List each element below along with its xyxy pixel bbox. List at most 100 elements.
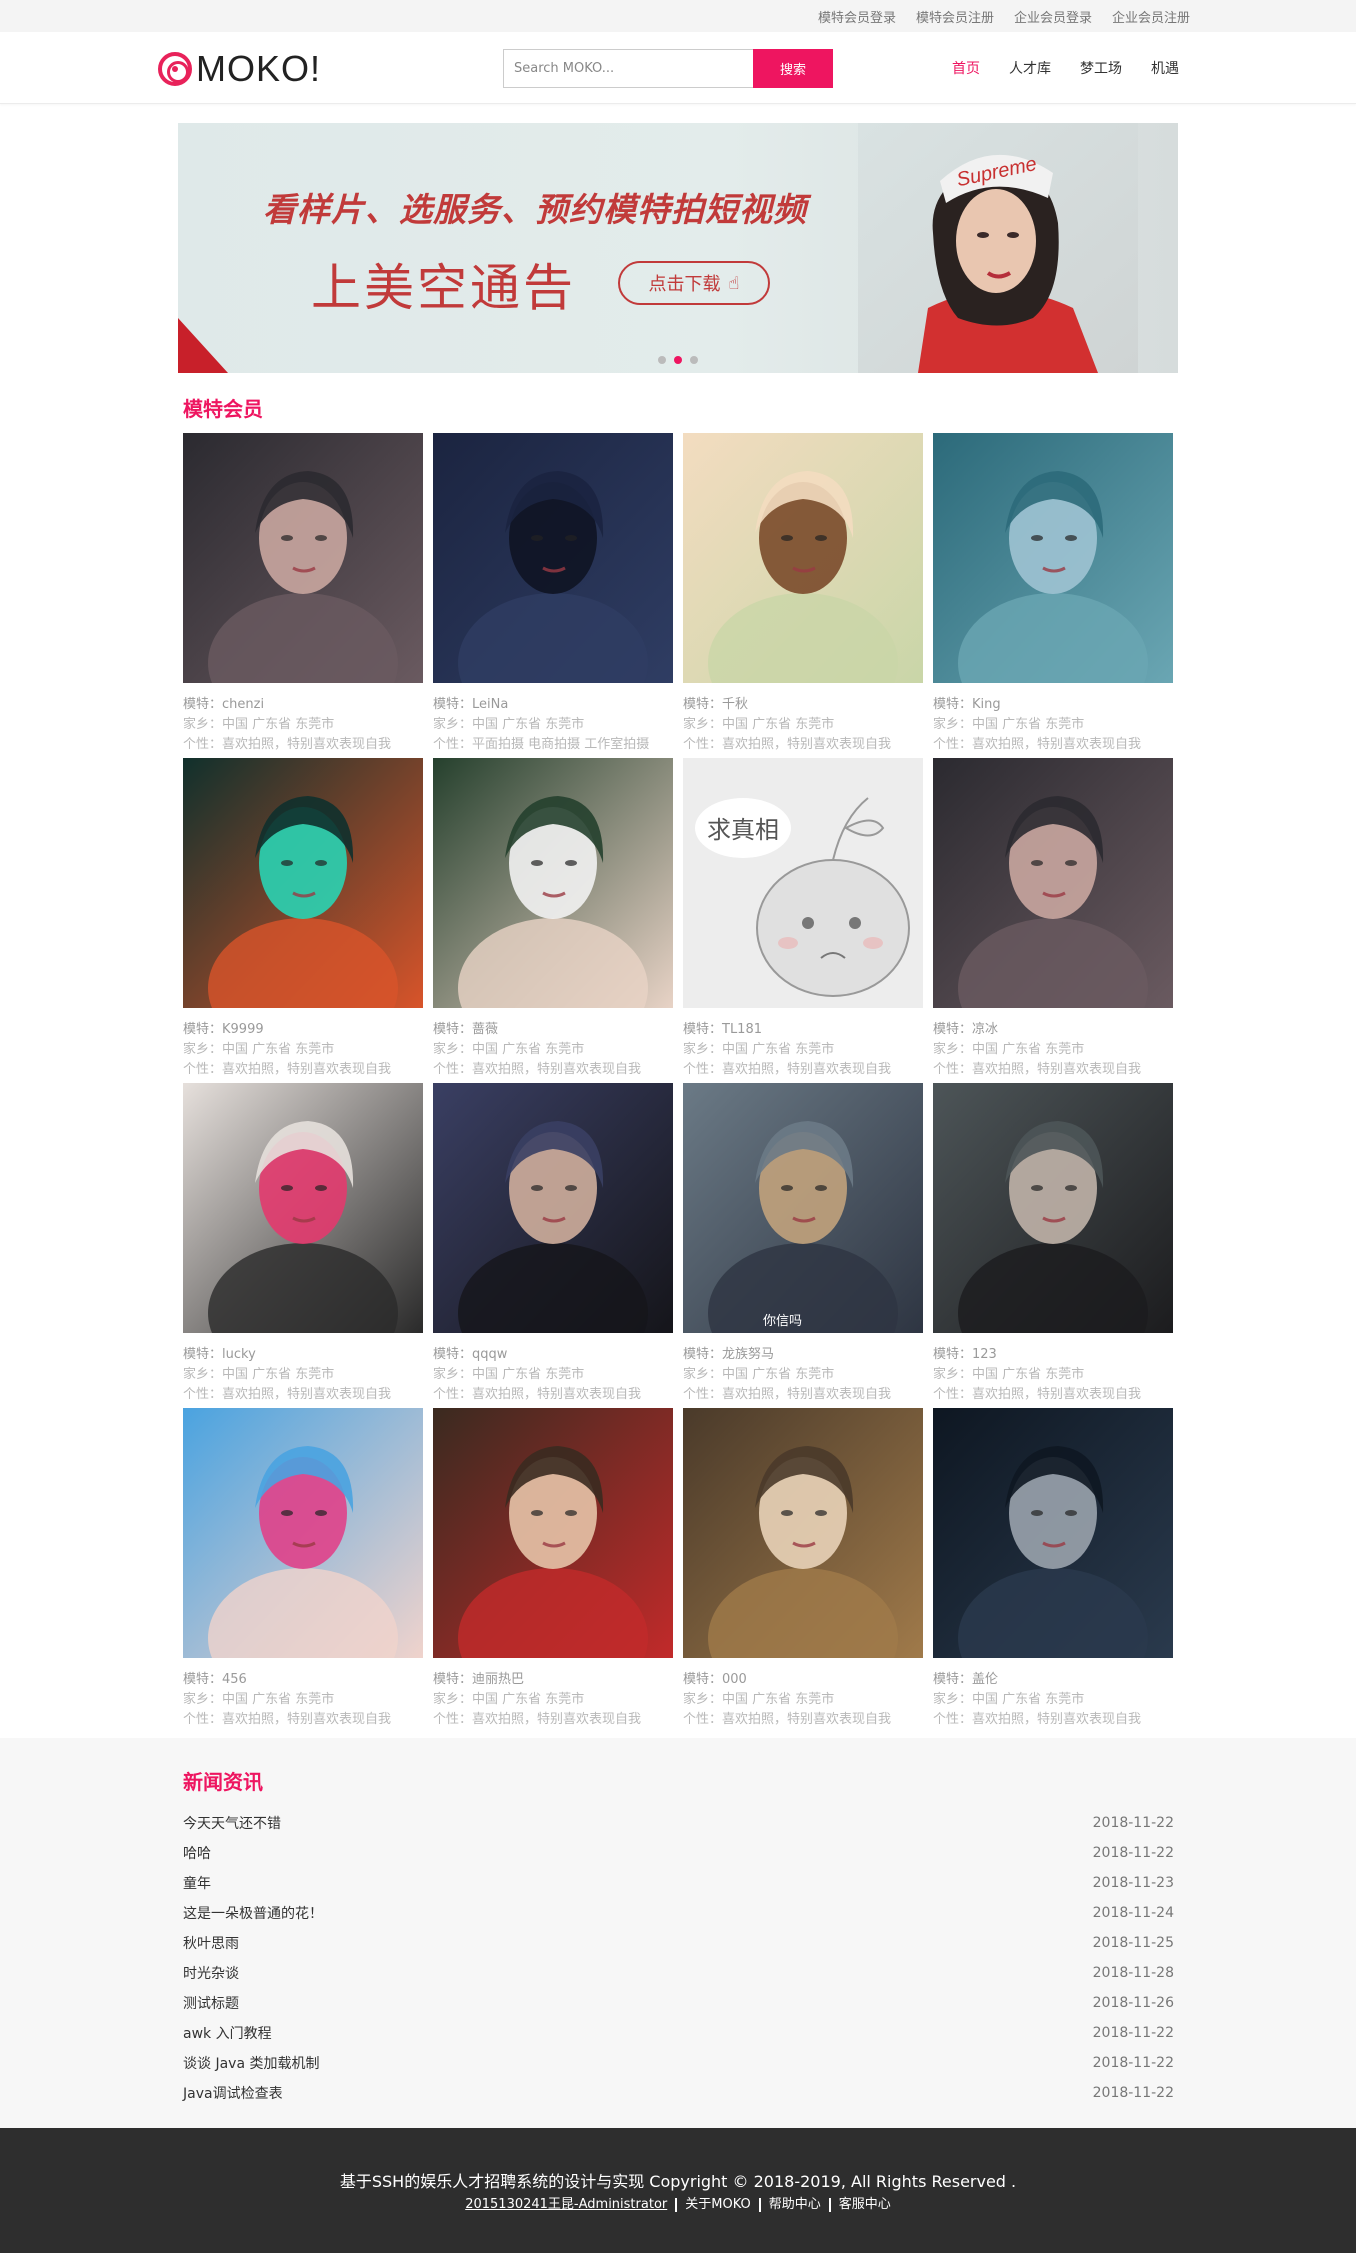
news-title[interactable]: 时光杂谈	[183, 1963, 239, 1983]
model-photo[interactable]	[933, 433, 1173, 683]
model-personality: 个性：喜欢拍照，特别喜欢表现自我	[933, 1062, 1142, 1077]
model-name: 模特：000	[683, 1672, 747, 1687]
footer-about-link[interactable]: 关于MOKO	[677, 2198, 761, 2212]
model-name: 模特：凉冰	[933, 1022, 999, 1037]
company-login-link[interactable]: 企业会员登录	[1014, 7, 1092, 26]
model-card[interactable]: 模特：凉冰 家乡：中国 广东省 东莞市 个性：喜欢拍照，特别喜欢表现自我	[933, 758, 1173, 1083]
model-name: 模特：King	[933, 697, 1001, 712]
news-title[interactable]: awk 入门教程	[183, 2023, 272, 2043]
search-bar: 搜索	[503, 49, 833, 88]
model-photo[interactable]	[433, 1083, 673, 1333]
logo-icon	[158, 52, 192, 86]
news-date: 2018-11-25	[1092, 1935, 1174, 1951]
model-info: 模特：456 家乡：中国 广东省 东莞市 个性：喜欢拍照，特别喜欢表现自我	[183, 1658, 423, 1730]
news-title[interactable]: 谈谈 Java 类加载机制	[183, 2053, 319, 2073]
model-photo[interactable]	[683, 433, 923, 683]
model-info: 模特：LeiNa 家乡：中国 广东省 东莞市 个性：平面拍摄 电商拍摄 工作室拍摄	[433, 683, 673, 755]
model-hometown: 家乡：中国 广东省 东莞市	[433, 717, 585, 732]
news-title[interactable]: 测试标题	[183, 1993, 239, 2013]
nav-dreamworks[interactable]: 梦工场	[1080, 58, 1122, 78]
model-card[interactable]: 模特：千秋 家乡：中国 广东省 东莞市 个性：喜欢拍照，特别喜欢表现自我	[683, 433, 923, 758]
model-card[interactable]: 模特：456 家乡：中国 广东省 东莞市 个性：喜欢拍照，特别喜欢表现自我	[183, 1408, 423, 1733]
placeholder-caption: 求真相	[707, 816, 779, 844]
news-item[interactable]: Java调试检查表 2018-11-22	[183, 2078, 1174, 2108]
model-photo[interactable]: 求真相	[683, 758, 923, 1008]
news-title[interactable]: 童年	[183, 1873, 211, 1893]
model-card[interactable]: 模特：123 家乡：中国 广东省 东莞市 个性：喜欢拍照，特别喜欢表现自我	[933, 1083, 1173, 1408]
model-login-link[interactable]: 模特会员登录	[818, 7, 896, 26]
model-card[interactable]: 模特：迪丽热巴 家乡：中国 广东省 东莞市 个性：喜欢拍照，特别喜欢表现自我	[433, 1408, 673, 1733]
footer-copyright: 基于SSH的娱乐人才招聘系统的设计与实现 Copyright © 2018-20…	[339, 2172, 1017, 2191]
model-card[interactable]: 模特：chenzi 家乡：中国 广东省 东莞市 个性：喜欢拍照，特别喜欢表现自我	[183, 433, 423, 758]
news-title[interactable]: Java调试检查表	[183, 2083, 283, 2103]
news-item[interactable]: 测试标题 2018-11-26	[183, 1988, 1174, 2018]
model-photo[interactable]	[433, 758, 673, 1008]
model-hometown: 家乡：中国 广东省 东莞市	[433, 1367, 585, 1382]
model-card[interactable]: 模特：盖伦 家乡：中国 广东省 东莞市 个性：喜欢拍照，特别喜欢表现自我	[933, 1408, 1173, 1733]
model-card[interactable]: 模特：King 家乡：中国 广东省 东莞市 个性：喜欢拍照，特别喜欢表现自我	[933, 433, 1173, 758]
model-photo[interactable]	[183, 1408, 423, 1658]
model-photo[interactable]	[933, 1083, 1173, 1333]
model-card[interactable]: 模特：qqqw 家乡：中国 广东省 东莞市 个性：喜欢拍照，特别喜欢表现自我	[433, 1083, 673, 1408]
model-card[interactable]: 模特：000 家乡：中国 广东省 东莞市 个性：喜欢拍照，特别喜欢表现自我	[683, 1408, 923, 1733]
footer-author-link[interactable]: 2015130241王昆-Administrator	[457, 2198, 678, 2212]
nav-opportunity[interactable]: 机遇	[1151, 58, 1179, 78]
news-item[interactable]: 谈谈 Java 类加载机制 2018-11-22	[183, 2048, 1174, 2078]
news-item[interactable]: 时光杂谈 2018-11-28	[183, 1958, 1174, 1988]
news-item[interactable]: 这是一朵极普通的花！ 2018-11-24	[183, 1898, 1174, 1928]
model-photo[interactable]	[183, 1083, 423, 1333]
carousel-dot[interactable]	[690, 356, 698, 364]
model-photo[interactable]	[433, 1408, 673, 1658]
model-photo[interactable]	[433, 433, 673, 683]
model-photo[interactable]	[183, 433, 423, 683]
site-logo[interactable]: MOKO!	[158, 48, 321, 90]
model-hometown: 家乡：中国 广东省 东莞市	[683, 717, 835, 732]
news-title[interactable]: 这是一朵极普通的花！	[183, 1903, 323, 1923]
footer-help-link[interactable]: 帮助中心	[761, 2198, 831, 2212]
news-item[interactable]: 今天天气还不错 2018-11-22	[183, 1808, 1174, 1838]
model-card[interactable]: 模特：K9999 家乡：中国 广东省 东莞市 个性：喜欢拍照，特别喜欢表现自我	[183, 758, 423, 1083]
model-info: 模特：千秋 家乡：中国 广东省 东莞市 个性：喜欢拍照，特别喜欢表现自我	[683, 683, 923, 755]
news-item[interactable]: 秋叶思雨 2018-11-25	[183, 1928, 1174, 1958]
news-item[interactable]: awk 入门教程 2018-11-22	[183, 2018, 1174, 2048]
model-card[interactable]: 求真相 模特：TL181 家乡：中国 广东省 东莞市 个性：喜欢拍照，特别喜欢表现自我	[683, 758, 923, 1083]
banner-model-photo: Supreme	[858, 123, 1138, 373]
model-photo[interactable]	[183, 758, 423, 1008]
model-card[interactable]: 模特：LeiNa 家乡：中国 广东省 东莞市 个性：平面拍摄 电商拍摄 工作室拍摄	[433, 433, 673, 758]
model-card[interactable]: 模特：蔷薇 家乡：中国 广东省 东莞市 个性：喜欢拍照，特别喜欢表现自我	[433, 758, 673, 1083]
company-register-link[interactable]: 企业会员注册	[1112, 7, 1190, 26]
banner-download-button[interactable]: 点击下载 ☝	[618, 261, 770, 305]
model-photo[interactable]	[933, 758, 1173, 1008]
banner-carousel[interactable]: 看样片、选服务、预约模特拍短视频 上美空通告 点击下载 ☝ Supreme	[178, 123, 1178, 373]
news-item[interactable]: 哈哈 2018-11-22	[183, 1838, 1174, 1868]
footer-service-link[interactable]: 客服中心	[831, 2198, 899, 2212]
member-links: 模特会员登录 模特会员注册 企业会员登录 企业会员注册	[818, 0, 1190, 32]
carousel-dot[interactable]	[658, 356, 666, 364]
site-header: MOKO! 搜索 首页 人才库 梦工场 机遇	[0, 32, 1356, 104]
model-personality: 个性：喜欢拍照，特别喜欢表现自我	[433, 1062, 642, 1077]
news-date: 2018-11-22	[1092, 1815, 1174, 1831]
carousel-dot-active[interactable]	[674, 356, 682, 364]
model-register-link[interactable]: 模特会员注册	[916, 7, 994, 26]
model-info: 模特：lucky 家乡：中国 广东省 东莞市 个性：喜欢拍照，特别喜欢表现自我	[183, 1333, 423, 1405]
hand-pointer-icon: ☝	[728, 272, 740, 294]
model-photo[interactable]: 你信吗	[683, 1083, 923, 1333]
model-card[interactable]: 模特：lucky 家乡：中国 广东省 东莞市 个性：喜欢拍照，特别喜欢表现自我	[183, 1083, 423, 1408]
model-photo[interactable]	[933, 1408, 1173, 1658]
nav-home[interactable]: 首页	[952, 58, 980, 78]
download-label: 点击下载	[648, 274, 721, 295]
model-hometown: 家乡：中国 广东省 东莞市	[183, 1042, 335, 1057]
model-card[interactable]: 你信吗 模特：龙族努马 家乡：中国 广东省 东莞市 个性：喜欢拍照，特别喜欢表现自我	[683, 1083, 923, 1408]
model-photo[interactable]	[683, 1408, 923, 1658]
nav-talent[interactable]: 人才库	[1009, 58, 1051, 78]
news-title[interactable]: 哈哈	[183, 1843, 211, 1863]
search-input[interactable]	[503, 49, 753, 88]
banner-headline: 看样片、选服务、预约模特拍短视频	[263, 190, 807, 229]
news-title[interactable]: 今天天气还不错	[183, 1813, 281, 1833]
search-button[interactable]: 搜索	[753, 49, 833, 88]
news-section: 新闻资讯 今天天气还不错 2018-11-22 哈哈 2018-11-22 童年 2018…	[0, 1738, 1356, 2128]
site-footer: 基于SSH的娱乐人才招聘系统的设计与实现 Copyright © 2018-20…	[0, 2128, 1356, 2253]
news-item[interactable]: 童年 2018-11-23	[183, 1868, 1174, 1898]
news-title[interactable]: 秋叶思雨	[183, 1933, 239, 1953]
news-date: 2018-11-22	[1092, 2055, 1174, 2071]
